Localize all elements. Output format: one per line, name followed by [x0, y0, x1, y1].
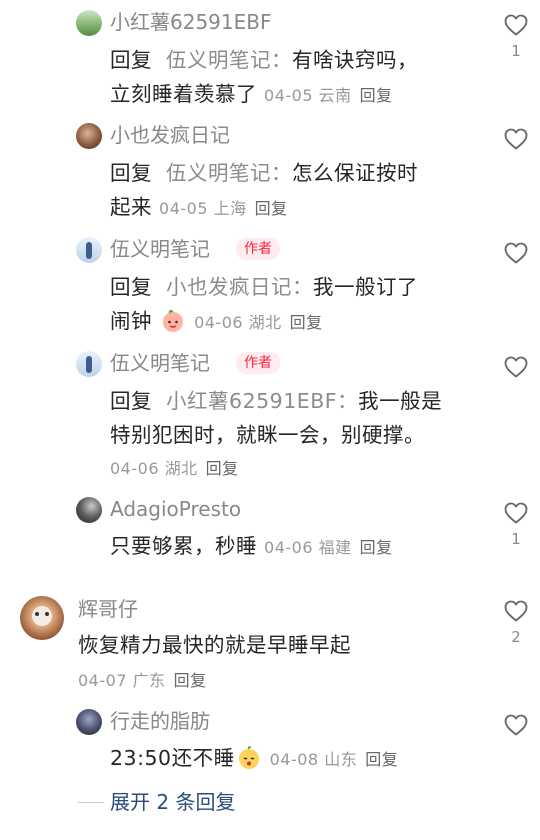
avatar[interactable]: [76, 10, 102, 36]
reply-button[interactable]: 回复: [360, 538, 393, 557]
comment-text: 23:50还不睡 04-08 山东 回复: [110, 743, 398, 775]
comment-body: 23:50还不睡: [110, 746, 235, 770]
divider: [78, 802, 104, 803]
comment-meta-line: 04-06 湖北 回复: [110, 452, 239, 484]
comment-meta: 04-06 湖北 回复: [110, 459, 239, 478]
comment-text: 恢复精力最快的就是早睡早起: [78, 630, 351, 660]
comment-meta: 04-07 广东 回复: [78, 671, 207, 690]
like-button[interactable]: 1: [502, 502, 530, 548]
like-count: 2: [511, 628, 521, 646]
reply-prefix: 回复: [110, 389, 152, 413]
author-badge: 作者: [236, 238, 280, 260]
reply-target[interactable]: 伍义明笔记：: [166, 48, 292, 72]
heart-outline-icon: [504, 502, 528, 524]
like-button[interactable]: 1: [502, 14, 530, 60]
author-badge: 作者: [236, 352, 280, 374]
commenter-name[interactable]: 小红薯62591EBF: [110, 9, 271, 35]
avatar[interactable]: [76, 123, 102, 149]
comment-meta: 04-06 湖北 回复: [194, 313, 323, 332]
comment-body: 特别犯困时，就眯一会，别硬撑。: [110, 423, 425, 447]
like-button[interactable]: [502, 128, 530, 150]
comment-text: 回复 小也发疯日记：我一般订了: [110, 272, 418, 302]
avatar[interactable]: [76, 237, 102, 263]
comment-meta: 04-05 上海 回复: [159, 199, 288, 218]
comment-body: 起来: [110, 195, 152, 219]
avatar[interactable]: [76, 497, 102, 523]
heart-outline-icon: [504, 14, 528, 36]
comment-text-line2: 起来 04-05 上海 回复: [110, 192, 288, 224]
comment-text-line2: 闹钟 04-06 湖北 回复: [110, 306, 323, 338]
comment-body: 只要够累，秒睡: [110, 534, 257, 558]
reply-button[interactable]: 回复: [255, 199, 288, 218]
like-count: 1: [511, 530, 521, 548]
like-count: 1: [511, 42, 521, 60]
comment-body: 有啥诀窍吗，: [292, 48, 419, 72]
peach-face-emoji-icon: [163, 309, 184, 332]
avatar[interactable]: [20, 596, 64, 640]
comment-body: 闹钟: [110, 309, 152, 333]
reply-button[interactable]: 回复: [360, 86, 393, 105]
like-button[interactable]: [502, 242, 530, 264]
heart-outline-icon: [504, 600, 528, 622]
reply-target[interactable]: 小红薯62591EBF：: [166, 389, 358, 413]
reply-prefix: 回复: [110, 48, 152, 72]
like-button[interactable]: [502, 714, 530, 736]
reply-prefix: 回复: [110, 275, 152, 299]
reply-prefix: 回复: [110, 161, 152, 185]
reply-button[interactable]: 回复: [290, 313, 323, 332]
comment-body: 我一般是: [358, 389, 443, 413]
reply-button[interactable]: 回复: [206, 459, 239, 478]
comment-meta: 04-08 山东 回复: [269, 750, 399, 769]
avatar[interactable]: [76, 709, 102, 735]
heart-outline-icon: [504, 356, 528, 378]
comment-text-line2: 特别犯困时，就眯一会，别硬撑。: [110, 420, 425, 450]
expand-replies-label: 展开 2 条回复: [110, 790, 236, 814]
comment-meta: 04-06 福建 回复: [264, 538, 393, 557]
comment-text: 回复 小红薯62591EBF：我一般是: [110, 386, 442, 416]
comment-text: 只要够累，秒睡 04-06 福建 回复: [110, 531, 393, 563]
reply-target[interactable]: 伍义明笔记：: [166, 161, 292, 185]
like-button[interactable]: [502, 356, 530, 378]
commenter-name[interactable]: AdagioPresto: [110, 496, 241, 522]
reply-button[interactable]: 回复: [365, 750, 398, 769]
commenter-name[interactable]: 伍义明笔记: [110, 236, 210, 262]
comment-text: 回复 伍义明笔记：怎么保证按时: [110, 158, 418, 188]
commenter-name[interactable]: 行走的脂肪: [110, 708, 210, 734]
heart-outline-icon: [504, 714, 528, 736]
comment-text-line2: 立刻睡着羡慕了 04-05 云南 回复: [110, 79, 393, 111]
commenter-name[interactable]: 辉哥仔: [78, 596, 138, 622]
reply-target[interactable]: 小也发疯日记：: [166, 275, 313, 299]
comment-body: 恢复精力最快的就是早睡早起: [78, 633, 351, 657]
like-button[interactable]: 2: [502, 600, 530, 646]
comment-meta-line: 04-07 广东 回复: [78, 664, 207, 696]
expand-replies-button[interactable]: 展开 2 条回复: [78, 786, 235, 815]
comment-meta: 04-05 云南 回复: [264, 86, 393, 105]
comment-body: 我一般订了: [313, 275, 419, 299]
sleepy-face-emoji-icon: [238, 746, 259, 769]
comment-body: 怎么保证按时: [292, 161, 419, 185]
reply-button[interactable]: 回复: [174, 671, 207, 690]
heart-outline-icon: [504, 128, 528, 150]
heart-outline-icon: [504, 242, 528, 264]
avatar[interactable]: [76, 351, 102, 377]
comment-text: 回复 伍义明笔记：有啥诀窍吗，: [110, 45, 418, 75]
commenter-name[interactable]: 小也发疯日记: [110, 122, 230, 148]
comment-body: 立刻睡着羡慕了: [110, 82, 257, 106]
commenter-name[interactable]: 伍义明笔记: [110, 350, 210, 376]
